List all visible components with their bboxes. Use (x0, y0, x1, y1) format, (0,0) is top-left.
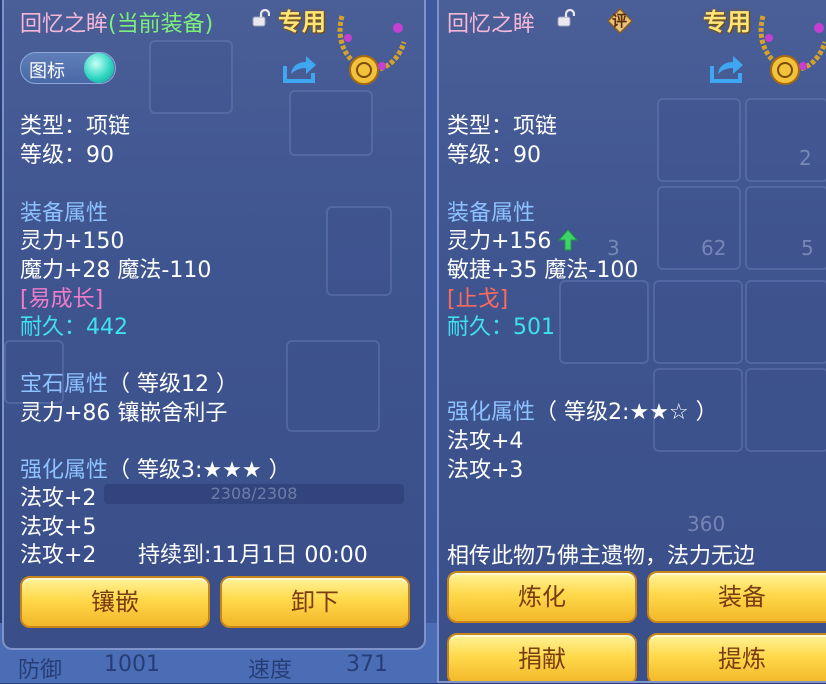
enhance-line: 法攻+4 (447, 429, 524, 454)
exclusive-tag: 专用 (278, 8, 326, 36)
bg-item-slot (657, 98, 741, 182)
durability: 耐久：442 (20, 309, 128, 341)
compare-item-tooltip: 2 3 62 5 360 回忆之眸 评 专用 类型：项链 等级：90 装备属性 … (437, 0, 826, 683)
gem-level: （ 等级12 ） (108, 372, 238, 397)
donate-button[interactable]: 捐献 (447, 633, 637, 681)
item-name: 回忆之眸 (447, 12, 536, 37)
item-level: 等级：90 (20, 143, 114, 168)
extract-button[interactable]: 提炼 (647, 633, 826, 681)
bg-item-slot (653, 280, 743, 364)
durability: 耐久：501 (447, 309, 555, 341)
toggle-switch-icon (84, 53, 114, 83)
enhance-duration: 持续到:11月1日 00:00 (138, 543, 368, 568)
gem-effect: 灵力+86 镶嵌舍利子 (20, 401, 228, 426)
bg-item-slot (149, 40, 233, 114)
durability-value: 501 (513, 315, 556, 340)
enhance-level: （ 等级3:★★★ ） (108, 458, 291, 483)
item-lore: 相传此物乃佛主遗物，法力无边 (447, 544, 756, 569)
bg-hp-bar: 2308/2308 (104, 484, 404, 504)
item-title: 回忆之眸(当前装备) (20, 6, 213, 38)
bg-item-slot (559, 280, 649, 364)
bg-item-slot (657, 186, 741, 270)
enhance-attr-title: 强化属性 (447, 400, 536, 425)
exclusive-tag: 专用 (703, 8, 751, 36)
bg-item-slot (286, 340, 380, 432)
lock-open-icon (252, 9, 270, 27)
bg-item-slot (745, 280, 826, 364)
attr-line: 灵力+156 (447, 223, 579, 255)
bg-item-slot (745, 98, 826, 182)
bg-speed-value: 371 (346, 652, 388, 677)
durability-value: 442 (86, 315, 129, 340)
current-equip-tag: (当前装备) (108, 12, 214, 37)
gem-attr-header: 宝石属性（ 等级12 ） (20, 366, 238, 398)
bg-count: 62 (701, 236, 727, 260)
enhance-line: 法攻+2 (20, 486, 97, 511)
attr-line: 魔力+28 魔法-110 (20, 258, 212, 283)
rate-badge-icon[interactable]: 评 (607, 8, 633, 34)
enhance-line: 法攻+2 (20, 543, 97, 568)
unequip-button[interactable]: 卸下 (220, 576, 410, 628)
bg-item-slot (745, 186, 826, 270)
inlay-button[interactable]: 镶嵌 (20, 576, 210, 628)
bg-defense-label: 防御 (18, 658, 63, 683)
bg-defense-value: 1001 (104, 652, 160, 677)
item-type: 类型：项链 (447, 114, 558, 139)
bg-count: 5 (801, 236, 814, 260)
bg-stats-bar: 防御 1001 速度 371 (0, 650, 428, 683)
attr-line: 敏捷+35 魔法-100 (447, 258, 639, 283)
necklace-item-icon[interactable] (755, 8, 826, 88)
bg-item-slot (745, 368, 826, 452)
share-icon[interactable] (709, 54, 745, 84)
durability-label: 耐久： (447, 315, 514, 340)
enhance-attr-header: 强化属性（ 等级2:★★☆ ） (447, 394, 718, 426)
green-up-arrow-icon (558, 229, 579, 251)
attr-line: 灵力+150 (20, 229, 125, 254)
item-name: 回忆之眸 (20, 12, 109, 37)
rate-badge-text: 评 (612, 12, 628, 30)
attr-value: 灵力+156 (447, 229, 552, 254)
lock-open-icon (557, 9, 575, 27)
refine-button[interactable]: 炼化 (447, 571, 637, 623)
item-level: 等级：90 (447, 143, 541, 168)
durability-label: 耐久： (20, 315, 87, 340)
icon-toggle-switch[interactable]: 图标 (20, 52, 116, 84)
bg-speed-label: 速度 (248, 658, 293, 683)
bg-count: 2 (799, 146, 812, 170)
equip-button[interactable]: 装备 (647, 571, 826, 623)
gem-attr-title: 宝石属性 (20, 372, 109, 397)
enhance-level: （ 等级2:★★☆ ） (535, 400, 718, 425)
enhance-line: 法攻+3 (447, 458, 524, 483)
bg-count: 360 (687, 512, 726, 536)
item-type: 类型：项链 (20, 114, 131, 139)
equipped-item-tooltip: 2308/2308 回忆之眸(当前装备) 专用 图标 类型：项链 等级：90 装… (2, 0, 426, 650)
necklace-item-icon[interactable] (334, 8, 412, 88)
share-icon[interactable] (282, 54, 318, 84)
bg-item-slot (289, 90, 373, 156)
bg-item-slot (326, 206, 392, 296)
toggle-label: 图标 (29, 61, 65, 82)
